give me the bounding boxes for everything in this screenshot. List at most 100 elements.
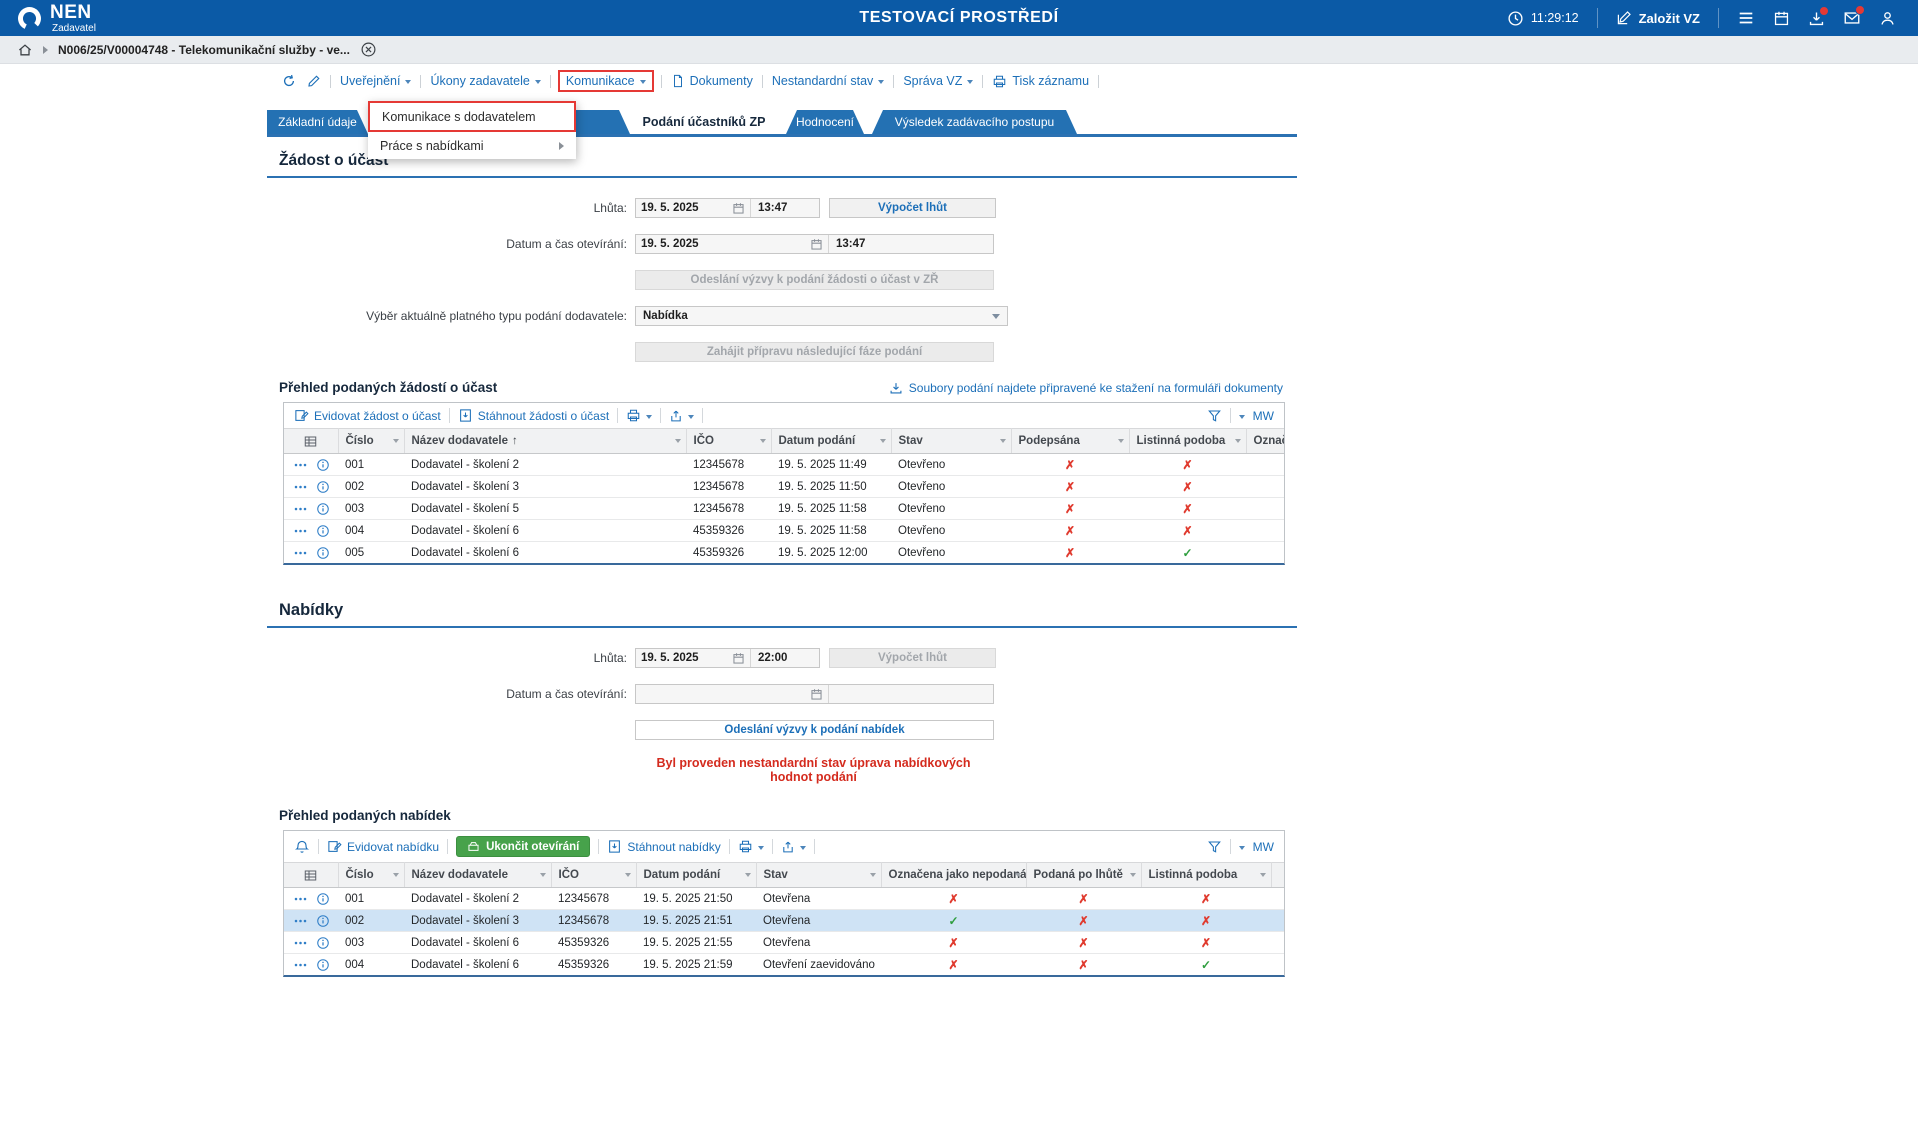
table-row[interactable]: 001 Dodavatel - školení 2 12345678 19. 5… xyxy=(284,454,1284,476)
create-vz-button[interactable]: Založit VZ xyxy=(1616,10,1700,26)
column-header-datum[interactable]: Datum podání xyxy=(771,429,891,454)
tab-zakladni-udaje[interactable]: Základní údaje xyxy=(267,110,368,134)
chevron-down-icon[interactable] xyxy=(1239,415,1245,419)
filter-caret-icon[interactable] xyxy=(540,873,546,877)
nabidky-lhuta-time-value[interactable]: 22:00 xyxy=(750,649,819,667)
column-header-stav[interactable]: Stav xyxy=(891,429,1011,454)
stahnout-zadosti-button[interactable]: Stáhnout žádosti o účast xyxy=(458,408,609,423)
dropdown-item-prace-s-nabidkami[interactable]: Práce s nabídkami xyxy=(368,132,576,159)
filter-caret-icon[interactable] xyxy=(675,439,681,443)
history-back-icon[interactable] xyxy=(281,73,297,89)
info-icon[interactable] xyxy=(316,502,330,516)
calendar-icon[interactable] xyxy=(732,652,745,665)
menu-komunikace[interactable]: Komunikace xyxy=(558,70,654,92)
table-row[interactable]: 003 Dodavatel - školení 5 12345678 19. 5… xyxy=(284,498,1284,520)
user-profile-icon[interactable] xyxy=(1879,10,1896,27)
calendar-icon[interactable] xyxy=(810,238,823,251)
filter-caret-icon[interactable] xyxy=(393,873,399,877)
row-menu-icon[interactable] xyxy=(293,484,308,490)
view-switcher-mw[interactable]: MW xyxy=(1253,409,1274,423)
table-row-selected[interactable]: 002 Dodavatel - školení 3 12345678 19. 5… xyxy=(284,910,1284,932)
filter-caret-icon[interactable] xyxy=(1130,873,1136,877)
column-header-oznacena[interactable]: Označena jako nepodaná xyxy=(881,863,1026,888)
info-icon[interactable] xyxy=(316,480,330,494)
print-table-button[interactable] xyxy=(738,839,764,854)
nabidky-otevirani-datetime-field[interactable] xyxy=(635,684,994,704)
tab-vysledek[interactable]: Výsledek zadávacího postupu xyxy=(872,110,1077,134)
nabidky-lhuta-date-value[interactable]: 19. 5. 2025 xyxy=(641,652,699,664)
export-table-button[interactable] xyxy=(781,840,806,854)
bell-icon[interactable] xyxy=(294,839,310,855)
column-header-po-lhute[interactable]: Podaná po lhůtě xyxy=(1026,863,1141,888)
downloads-icon[interactable] xyxy=(1808,10,1825,27)
menu-uverejneni[interactable]: Uveřejnění xyxy=(340,74,411,88)
filter-caret-icon[interactable] xyxy=(1260,873,1266,877)
menu-nestandardni-stav[interactable]: Nestandardní stav xyxy=(772,74,884,88)
info-icon[interactable] xyxy=(316,914,330,928)
files-download-link[interactable]: Soubory podání najdete připravené ke sta… xyxy=(889,381,1283,395)
tab-podani-ucastniku-zp[interactable]: Podání účastníků ZP xyxy=(630,110,778,134)
info-icon[interactable] xyxy=(316,546,330,560)
menu-dokumenty[interactable]: Dokumenty xyxy=(671,74,753,88)
print-table-button[interactable] xyxy=(626,408,652,423)
breadcrumb-item[interactable]: N006/25/V00004748 - Telekomunikační služ… xyxy=(58,43,350,57)
table-row[interactable]: 001 Dodavatel - školení 2 12345678 19. 5… xyxy=(284,888,1284,910)
otevirani-time-value[interactable]: 13:47 xyxy=(828,235,993,253)
messages-icon[interactable] xyxy=(1843,9,1861,27)
calendar-icon[interactable] xyxy=(1773,10,1790,27)
row-menu-icon[interactable] xyxy=(293,918,308,924)
export-table-button[interactable] xyxy=(669,409,694,423)
row-menu-icon[interactable] xyxy=(293,550,308,556)
column-header-listinna[interactable]: Listinná podoba xyxy=(1129,429,1246,454)
row-menu-icon[interactable] xyxy=(293,506,308,512)
column-header-ico[interactable]: IČO xyxy=(551,863,636,888)
menu-sprava-vz[interactable]: Správa VZ xyxy=(903,74,973,88)
filter-caret-icon[interactable] xyxy=(1235,439,1241,443)
table-row[interactable]: 004 Dodavatel - školení 6 45359326 19. 5… xyxy=(284,954,1284,976)
close-record-icon[interactable] xyxy=(360,41,377,58)
nabidky-lhuta-datetime-field[interactable]: 19. 5. 2025 22:00 xyxy=(635,648,820,668)
otevirani-datetime-field[interactable]: 19. 5. 2025 13:47 xyxy=(635,234,994,254)
column-header-listinna[interactable]: Listinná podoba xyxy=(1141,863,1271,888)
odeslani-vyzvy-nabidky-button[interactable]: Odeslání výzvy k podání nabídek xyxy=(635,720,994,740)
filter-caret-icon[interactable] xyxy=(760,439,766,443)
filter-caret-icon[interactable] xyxy=(880,439,886,443)
filter-caret-icon[interactable] xyxy=(1015,873,1021,877)
typ-podani-select[interactable]: Nabídka xyxy=(635,306,1008,326)
column-header-ico[interactable]: IČO xyxy=(686,429,771,454)
menu-ukony-zadavatele[interactable]: Úkony zadavatele xyxy=(430,74,540,88)
filter-caret-icon[interactable] xyxy=(1118,439,1124,443)
view-switcher-mw[interactable]: MW xyxy=(1253,840,1274,854)
vypocet-lhut-button[interactable]: Výpočet lhůt xyxy=(829,198,996,218)
column-header-datum[interactable]: Datum podání xyxy=(636,863,756,888)
filter-caret-icon[interactable] xyxy=(393,439,399,443)
filter-icon[interactable] xyxy=(1207,408,1222,423)
tab-hodnoceni[interactable]: Hodnocení xyxy=(786,110,864,134)
otevirani-date-value[interactable]: 19. 5. 2025 xyxy=(641,238,699,250)
ukoncit-otevirani-button[interactable]: Ukončit otevírání xyxy=(456,836,590,857)
menu-tisk-zaznamu[interactable]: Tisk záznamu xyxy=(992,74,1089,89)
table-row[interactable]: 005 Dodavatel - školení 6 45359326 19. 5… xyxy=(284,542,1284,564)
chevron-down-icon[interactable] xyxy=(1239,846,1245,850)
column-header-podepsana[interactable]: Podepsána xyxy=(1011,429,1129,454)
evidovat-nabidku-button[interactable]: Evidovat nabídku xyxy=(327,839,439,854)
filter-caret-icon[interactable] xyxy=(625,873,631,877)
nen-logo[interactable]: NEN Zadavatel xyxy=(0,3,96,34)
column-header-cislo[interactable]: Číslo xyxy=(338,863,404,888)
filter-caret-icon[interactable] xyxy=(745,873,751,877)
info-icon[interactable] xyxy=(316,958,330,972)
edit-record-icon[interactable] xyxy=(306,74,321,89)
column-header-oznacena[interactable]: Označena jako nepodaná xyxy=(1246,429,1284,454)
home-icon[interactable] xyxy=(17,42,33,58)
dropdown-item-komunikace-s-dodavatelem[interactable]: Komunikace s dodavatelem xyxy=(368,101,576,132)
lhuta-datetime-field[interactable]: 19. 5. 2025 13:47 xyxy=(635,198,820,218)
row-menu-icon[interactable] xyxy=(293,896,308,902)
nabidky-otevirani-time-value[interactable] xyxy=(828,685,993,703)
calendar-icon[interactable] xyxy=(810,688,823,701)
calendar-icon[interactable] xyxy=(732,202,745,215)
table-row[interactable]: 004 Dodavatel - školení 6 45359326 19. 5… xyxy=(284,520,1284,542)
info-icon[interactable] xyxy=(316,936,330,950)
table-row[interactable]: 003 Dodavatel - školení 6 45359326 19. 5… xyxy=(284,932,1284,954)
info-icon[interactable] xyxy=(316,524,330,538)
column-header-nazev[interactable]: Název dodavatele xyxy=(404,863,551,888)
